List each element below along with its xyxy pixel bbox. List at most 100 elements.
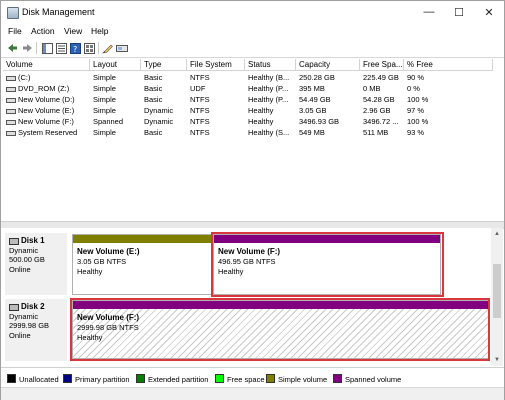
- legend-bar: Unallocated Primary partition Extended p…: [1, 367, 504, 388]
- cell-volume-text: System Reserved: [18, 128, 78, 137]
- cell-free-space: 225.49 GB: [363, 73, 399, 82]
- back-button[interactable]: [6, 42, 18, 54]
- cell-percent-free: 100 %: [407, 117, 429, 126]
- cell-status: Healthy (P...: [248, 84, 289, 93]
- rescan-disks-button[interactable]: [102, 42, 114, 54]
- disk-graphical-view: Disk 1 Dynamic 500.00 GB Online New Volu…: [1, 228, 491, 366]
- volume-e-block[interactable]: New Volume (E:) 3.05 GB NTFS Healthy: [72, 234, 213, 295]
- selection-highlight: [70, 298, 490, 361]
- menu-file[interactable]: File: [8, 26, 22, 36]
- column-header-file-system[interactable]: File System: [187, 59, 245, 71]
- legend-label: Primary partition: [75, 375, 130, 384]
- cell-percent-free: 90 %: [407, 73, 425, 82]
- table-row[interactable]: System Reserved Simple Basic NTFS Health…: [3, 127, 493, 138]
- cell-volume: New Volume (E:): [3, 105, 90, 116]
- disk-2-label[interactable]: Disk 2 Dynamic 2999.98 GB Online: [5, 299, 67, 361]
- table-row[interactable]: (C:) Simple Basic NTFS Healthy (B... 250…: [3, 72, 493, 83]
- show-hide-tree-button[interactable]: [41, 42, 53, 54]
- cell-volume: DVD_ROM (Z:): [3, 83, 90, 94]
- help-button[interactable]: ?: [69, 42, 81, 54]
- column-header-percent-free[interactable]: % Free: [404, 59, 493, 71]
- cell-capacity: 54.49 GB: [299, 95, 331, 104]
- table-row[interactable]: New Volume (D:) Simple Basic NTFS Health…: [3, 94, 493, 105]
- close-icon: ✕: [484, 6, 494, 19]
- cell-file-system: NTFS: [190, 95, 210, 104]
- volume-status: Healthy: [77, 267, 103, 276]
- legend-label: Unallocated: [19, 375, 59, 384]
- cell-volume: System Reserved: [3, 127, 90, 138]
- cell-type: Basic: [144, 73, 163, 82]
- disk-state: Online: [9, 264, 31, 274]
- back-arrow-icon: [7, 44, 17, 52]
- scroll-up-icon[interactable]: ▲: [493, 230, 501, 238]
- legend-swatch: [215, 374, 224, 383]
- menu-bar: File Action View Help: [1, 23, 504, 39]
- column-header-volume[interactable]: Volume: [3, 59, 90, 71]
- scroll-down-icon[interactable]: ▼: [493, 356, 501, 364]
- cell-file-system: NTFS: [190, 128, 210, 137]
- cell-capacity: 250.28 GB: [299, 73, 335, 82]
- disk-type: Dynamic: [9, 245, 39, 255]
- disk-management-window: Disk Management — ☐ ✕ File Action View H…: [0, 0, 505, 400]
- cell-file-system: NTFS: [190, 117, 210, 126]
- table-row[interactable]: DVD_ROM (Z:) Simple Basic UDF Healthy (P…: [3, 83, 493, 94]
- volume-drive-icon: [6, 108, 16, 114]
- column-header-type[interactable]: Type: [141, 59, 187, 71]
- legend-primary-partition: Primary partition: [63, 374, 130, 384]
- maximize-button[interactable]: ☐: [445, 3, 473, 21]
- cell-file-system: NTFS: [190, 73, 210, 82]
- column-header-layout[interactable]: Layout: [90, 59, 141, 71]
- cell-free-space: 511 MB: [363, 128, 389, 137]
- column-header-free-space[interactable]: Free Spa...: [360, 59, 404, 71]
- cell-volume-text: (C:): [18, 73, 31, 82]
- disk-1-label[interactable]: Disk 1 Dynamic 500.00 GB Online: [5, 233, 67, 295]
- menu-action[interactable]: Action: [31, 26, 55, 36]
- minimize-button[interactable]: —: [415, 3, 443, 21]
- cell-volume: New Volume (D:): [3, 94, 90, 105]
- cell-file-system: UDF: [190, 84, 206, 93]
- disk-name: Disk 2: [21, 302, 45, 311]
- cell-capacity: 395 MB: [299, 84, 325, 93]
- cell-type: Basic: [144, 95, 163, 104]
- disk-pane-scrollbar[interactable]: ▲ ▼: [491, 228, 503, 366]
- legend-label: Extended partition: [148, 375, 209, 384]
- legend-spanned-volume: Spanned volume: [333, 374, 401, 384]
- cell-free-space: 54.28 GB: [363, 95, 395, 104]
- column-header-status[interactable]: Status: [245, 59, 296, 71]
- properties-button[interactable]: [55, 42, 67, 54]
- pen-icon: [102, 44, 113, 53]
- legend-swatch: [136, 374, 145, 383]
- view-grid-icon: [83, 42, 95, 54]
- menu-view[interactable]: View: [64, 26, 82, 36]
- scroll-thumb[interactable]: [493, 264, 501, 318]
- cell-percent-free: 93 %: [407, 128, 425, 137]
- volume-list-scroll-area[interactable]: [493, 59, 503, 219]
- volume-drive-icon: [6, 119, 16, 125]
- disk-management-app-icon: [7, 7, 19, 19]
- view-button[interactable]: [83, 42, 95, 54]
- table-row[interactable]: New Volume (F:) Spanned Dynamic NTFS Hea…: [3, 116, 493, 127]
- cell-status: Healthy (P...: [248, 95, 289, 104]
- column-header-capacity[interactable]: Capacity: [296, 59, 360, 71]
- cell-layout: Simple: [93, 95, 116, 104]
- legend-label: Simple volume: [278, 375, 328, 384]
- cell-layout: Simple: [93, 106, 116, 115]
- menu-help[interactable]: Help: [91, 26, 108, 36]
- cell-layout: Spanned: [93, 117, 124, 126]
- forward-button[interactable]: [21, 42, 33, 54]
- disk-size: 500.00 GB: [9, 255, 45, 264]
- toolbar-separator: [36, 42, 37, 54]
- cell-free-space: 2.96 GB: [363, 106, 391, 115]
- cell-status: Healthy (S...: [248, 128, 290, 137]
- legend-unallocated: Unallocated: [7, 374, 59, 384]
- cell-status: Healthy: [248, 117, 274, 126]
- forward-arrow-icon: [22, 44, 32, 52]
- close-button[interactable]: ✕: [475, 3, 503, 21]
- minimize-icon: —: [423, 6, 435, 18]
- title-bar[interactable]: Disk Management — ☐ ✕: [1, 1, 504, 23]
- cell-volume-text: New Volume (D:): [18, 95, 75, 104]
- disk-view-button[interactable]: [116, 42, 128, 54]
- legend-swatch: [333, 374, 342, 383]
- table-row[interactable]: New Volume (E:) Simple Dynamic NTFS Heal…: [3, 105, 493, 116]
- status-bar: [1, 387, 504, 400]
